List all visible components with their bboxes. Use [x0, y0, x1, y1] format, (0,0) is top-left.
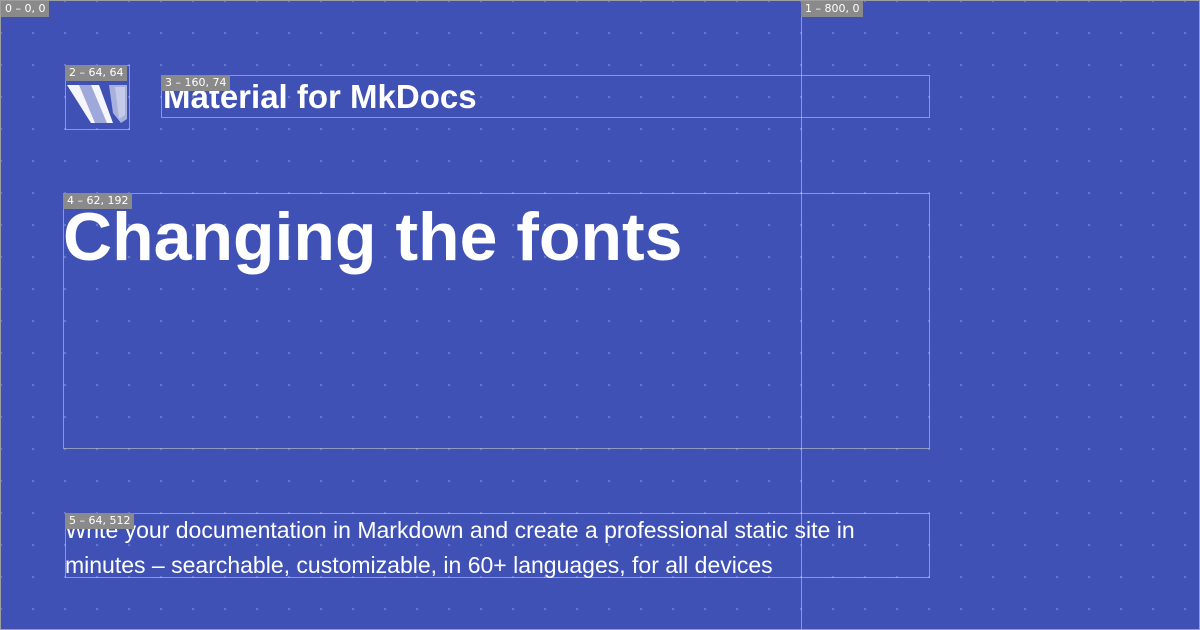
debug-label: 5 – 64, 512 [65, 513, 135, 529]
debug-label: 0 – 0, 0 [1, 1, 50, 17]
debug-label: 1 – 800, 0 [801, 1, 864, 17]
social-card: Material for MkDocs Changing the fonts W… [0, 0, 1200, 630]
debug-label: 4 – 62, 192 [63, 193, 133, 209]
debug-label: 3 – 160, 74 [161, 75, 231, 91]
page-description: Write your documentation in Markdown and… [65, 517, 855, 578]
debug-label: 2 – 64, 64 [65, 65, 128, 81]
page-title: Changing the fonts [63, 199, 683, 275]
